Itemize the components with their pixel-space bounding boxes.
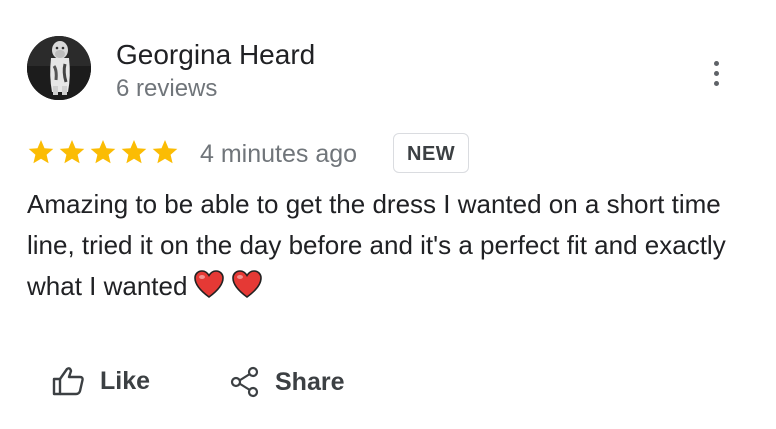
share-icon	[230, 366, 259, 398]
share-button[interactable]: Share	[229, 366, 344, 398]
author-review-count: 6 reviews	[116, 75, 218, 102]
new-badge: NEW	[393, 133, 470, 173]
star-icon	[27, 138, 55, 166]
star-icon	[89, 138, 117, 166]
author-avatar[interactable]	[27, 36, 91, 100]
like-label: Like	[100, 366, 151, 395]
dog-photo	[27, 36, 91, 100]
more-vert-icon-dot	[713, 70, 719, 76]
red-heart-icon	[231, 269, 263, 299]
review-body: Amazing to be able to get the dress I wa…	[27, 189, 726, 301]
review-emojis	[187, 269, 263, 301]
more-vert-icon-dot	[713, 80, 719, 86]
star-icon	[120, 138, 148, 166]
review-text: Amazing to be able to get the dress I wa…	[27, 184, 737, 307]
red-heart-icon	[193, 269, 225, 299]
share-label: Share	[275, 367, 345, 396]
author-name[interactable]: Georgina Heard	[116, 38, 315, 72]
more-vert-icon-dot	[713, 60, 719, 66]
review-time: 4 minutes ago	[200, 140, 358, 168]
like-button[interactable]: Like	[52, 366, 150, 396]
star-icon	[58, 138, 86, 166]
star-rating	[27, 138, 179, 166]
star-icon	[151, 138, 179, 166]
more-options-button[interactable]	[702, 56, 730, 90]
thumbs-up-icon	[52, 367, 84, 396]
